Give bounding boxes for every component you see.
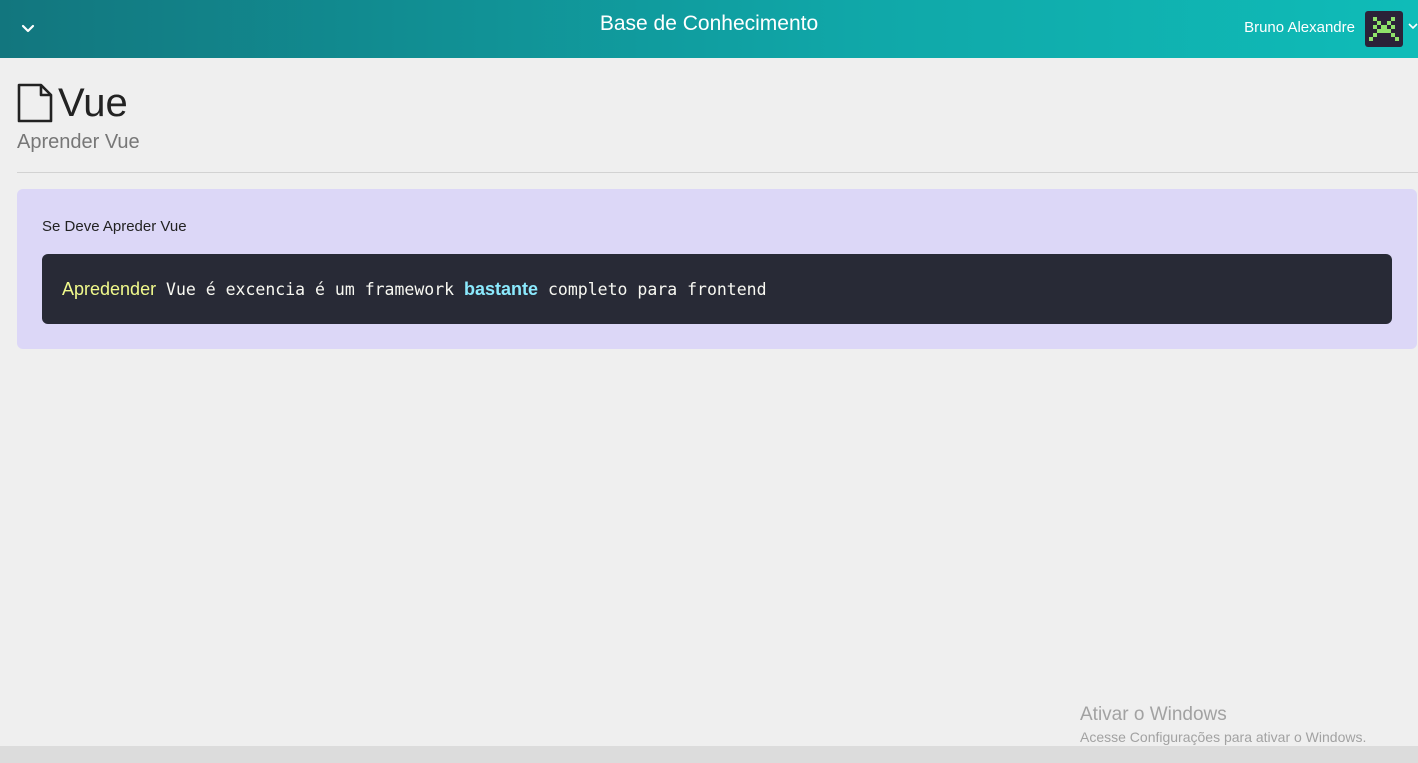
page-title: Vue: [58, 81, 128, 125]
file-icon: [17, 83, 53, 123]
app-title[interactable]: Base de Conhecimento: [0, 12, 1418, 36]
content-paragraph: Se Deve Apreder Vue: [42, 218, 187, 235]
article-content-card: Se Deve Apreder Vue Apredender Vue é exc…: [17, 189, 1417, 349]
page-subtitle: Aprender Vue: [17, 131, 140, 153]
user-menu-chevron-icon[interactable]: [1408, 20, 1418, 34]
footer: [0, 746, 1418, 763]
title-divider: [17, 172, 1418, 173]
pixel-alien-avatar-icon: [1369, 17, 1399, 41]
top-header: Base de Conhecimento Bruno Alexandre: [0, 0, 1418, 58]
code-text-end: completo para frontend: [538, 280, 767, 299]
windows-activation-subtitle: Acesse Configurações para ativar o Windo…: [1080, 729, 1367, 745]
code-keyword: Apredender: [62, 279, 157, 299]
code-block: Apredender Vue é excencia é um framework…: [42, 254, 1392, 324]
code-text: Vue é excencia é um framework: [156, 280, 465, 299]
user-avatar[interactable]: [1365, 11, 1403, 47]
code-highlight: bastante: [464, 279, 539, 299]
windows-activation-title: Ativar o Windows: [1080, 704, 1227, 725]
user-name[interactable]: Bruno Alexandre: [1244, 19, 1355, 36]
